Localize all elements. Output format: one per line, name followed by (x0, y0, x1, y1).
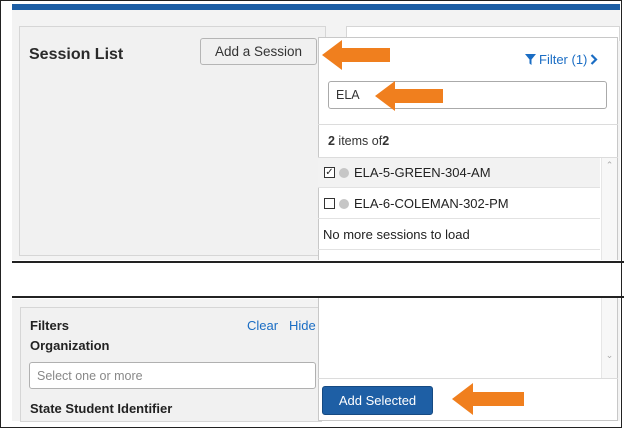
screenshot-frame (0, 0, 622, 428)
